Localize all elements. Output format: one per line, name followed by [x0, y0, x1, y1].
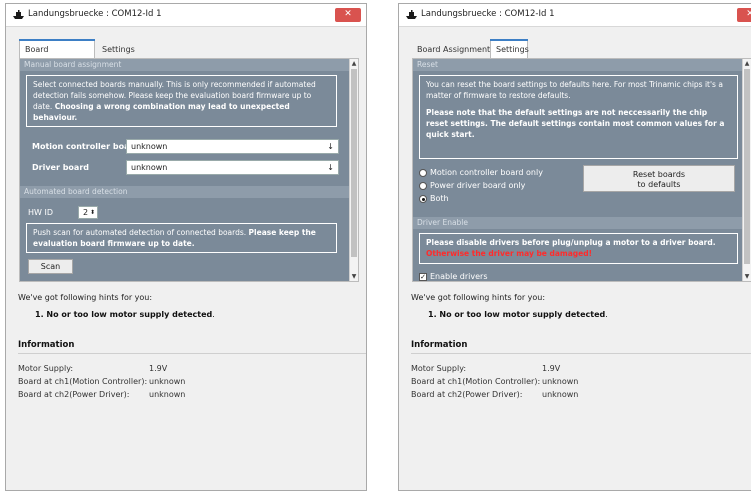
scroll-down-icon[interactable]: ▼	[743, 272, 751, 281]
right-window: Landungsbruecke : COM12-Id 1 ✕ Board Ass…	[398, 3, 751, 491]
info-key: Motor Supply:	[411, 364, 467, 373]
radio-both[interactable]	[419, 195, 427, 203]
hw-id-value: 2	[83, 208, 89, 217]
scrollbar-thumb[interactable]	[744, 69, 750, 264]
ship-icon	[13, 10, 24, 19]
scroll-area: Manual board assignment Select connected…	[20, 59, 349, 281]
window-title: Landungsbruecke : COM12-Id 1	[421, 9, 555, 19]
driver-board-value: unknown	[131, 163, 168, 172]
divider	[18, 353, 366, 354]
manual-info-box: Select connected boards manually. This i…	[26, 75, 337, 127]
info-key: Board at ch2(Power Driver):	[411, 390, 523, 399]
driver-warning-red: Otherwise the driver may be damaged!	[426, 249, 593, 258]
info-key: Board at ch1(Motion Controller):	[18, 377, 148, 386]
board-assignment-panel: Manual board assignment Select connected…	[19, 58, 359, 282]
tab-board-assignment[interactable]: Board Assignment	[412, 41, 495, 58]
scroll-up-icon[interactable]: ▲	[743, 59, 751, 68]
hint-suffix: .	[605, 310, 608, 319]
tab-board-assignment[interactable]: Board Assignment	[19, 39, 95, 71]
reset-button-line1: Reset boards	[632, 170, 686, 179]
info-value: 1.9V	[542, 364, 561, 373]
hint-text: 1. No or too low motor supply detected	[35, 310, 213, 319]
radio-driver-only-label[interactable]: Power driver board only	[430, 181, 525, 190]
auto-detection-header: Automated board detection	[20, 186, 349, 198]
info-value: unknown	[542, 377, 579, 386]
scroll-area: Reset You can reset the board settings t…	[413, 59, 742, 281]
reset-info-text: You can reset the board settings to defa…	[426, 80, 723, 100]
hint-item: 1. No or too low motor supply detected.	[428, 310, 608, 319]
radio-driver-only[interactable]	[419, 182, 427, 190]
settings-panel: Reset You can reset the board settings t…	[412, 58, 751, 282]
tab-settings[interactable]: Settings	[490, 39, 529, 59]
reset-header: Reset	[413, 59, 742, 71]
title-bar[interactable]: Landungsbruecke : COM12-Id 1 ✕	[399, 4, 751, 27]
scroll-up-icon[interactable]: ▲	[350, 59, 358, 68]
motion-controller-select[interactable]: unknown ↓	[126, 139, 339, 154]
ship-icon	[406, 10, 417, 19]
manual-assignment-header: Manual board assignment	[20, 59, 349, 71]
enable-drivers-checkbox[interactable]: ✓	[419, 273, 427, 281]
hints-intro: We've got following hints for you:	[18, 293, 153, 302]
tab-settings[interactable]: Settings	[97, 41, 140, 58]
divider	[411, 353, 751, 354]
reset-boards-button[interactable]: Reset boards to defaults	[583, 165, 735, 192]
vertical-scrollbar[interactable]: ▲ ▼	[742, 59, 751, 281]
close-icon: ✕	[737, 9, 751, 19]
scroll-down-icon[interactable]: ▼	[350, 272, 358, 281]
chevron-down-icon: ↓	[327, 163, 334, 172]
driver-enable-header: Driver Enable	[413, 217, 742, 229]
radio-motion-only-label[interactable]: Motion controller board only	[430, 168, 543, 177]
information-header: Information	[18, 340, 75, 350]
scrollbar-thumb[interactable]	[351, 69, 357, 257]
chevron-down-icon: ↓	[327, 142, 334, 151]
tab-bar: Board Assignment Settings	[412, 39, 743, 59]
info-value: unknown	[542, 390, 579, 399]
hints-intro: We've got following hints for you:	[411, 293, 546, 302]
auto-info-text: Push scan for automated detection of con…	[33, 228, 247, 237]
motion-controller-label: Motion controller board	[32, 142, 140, 151]
reset-info-warning: Please note that the default settings ar…	[426, 108, 725, 139]
close-icon: ✕	[344, 9, 352, 19]
driver-board-select[interactable]: unknown ↓	[126, 160, 339, 175]
hint-suffix: .	[212, 310, 215, 319]
close-button[interactable]: ✕	[335, 8, 361, 22]
driver-board-label: Driver board	[32, 163, 89, 172]
spin-arrows-icon: ⬍	[89, 209, 95, 216]
radio-motion-only[interactable]	[419, 169, 427, 177]
driver-warning-box: Please disable drivers before plug/unplu…	[419, 233, 738, 264]
hint-text: 1. No or too low motor supply detected	[428, 310, 606, 319]
info-value: unknown	[149, 390, 186, 399]
driver-warning-text: Please disable drivers before plug/unplu…	[426, 238, 716, 247]
vertical-scrollbar[interactable]: ▲ ▼	[349, 59, 358, 281]
info-key: Board at ch1(Motion Controller):	[411, 377, 541, 386]
motion-controller-value: unknown	[131, 142, 168, 151]
information-header: Information	[411, 340, 468, 350]
radio-both-label[interactable]: Both	[430, 194, 449, 203]
checkmark-icon: ✓	[420, 273, 426, 281]
info-value: unknown	[149, 377, 186, 386]
info-key: Motor Supply:	[18, 364, 74, 373]
scan-button[interactable]: Scan	[28, 259, 73, 274]
reset-button-line2: to defaults	[637, 180, 681, 189]
auto-info-box: Push scan for automated detection of con…	[26, 223, 337, 253]
enable-drivers-label[interactable]: Enable drivers	[430, 272, 488, 281]
title-bar[interactable]: Landungsbruecke : COM12-Id 1 ✕	[6, 4, 366, 27]
hw-id-label: HW ID	[28, 208, 53, 217]
hw-id-spinbox[interactable]: 2 ⬍	[78, 206, 98, 219]
left-window: Landungsbruecke : COM12-Id 1 ✕ Board Ass…	[5, 3, 367, 491]
tab-bar: Board Assignment Settings	[19, 39, 358, 71]
window-title: Landungsbruecke : COM12-Id 1	[28, 9, 162, 19]
manual-info-warning: Choosing a wrong combination may lead to…	[33, 102, 290, 122]
info-key: Board at ch2(Power Driver):	[18, 390, 130, 399]
info-value: 1.9V	[149, 364, 168, 373]
reset-info-box: You can reset the board settings to defa…	[419, 75, 738, 159]
hint-item: 1. No or too low motor supply detected.	[35, 310, 215, 319]
close-button[interactable]: ✕	[737, 8, 751, 22]
